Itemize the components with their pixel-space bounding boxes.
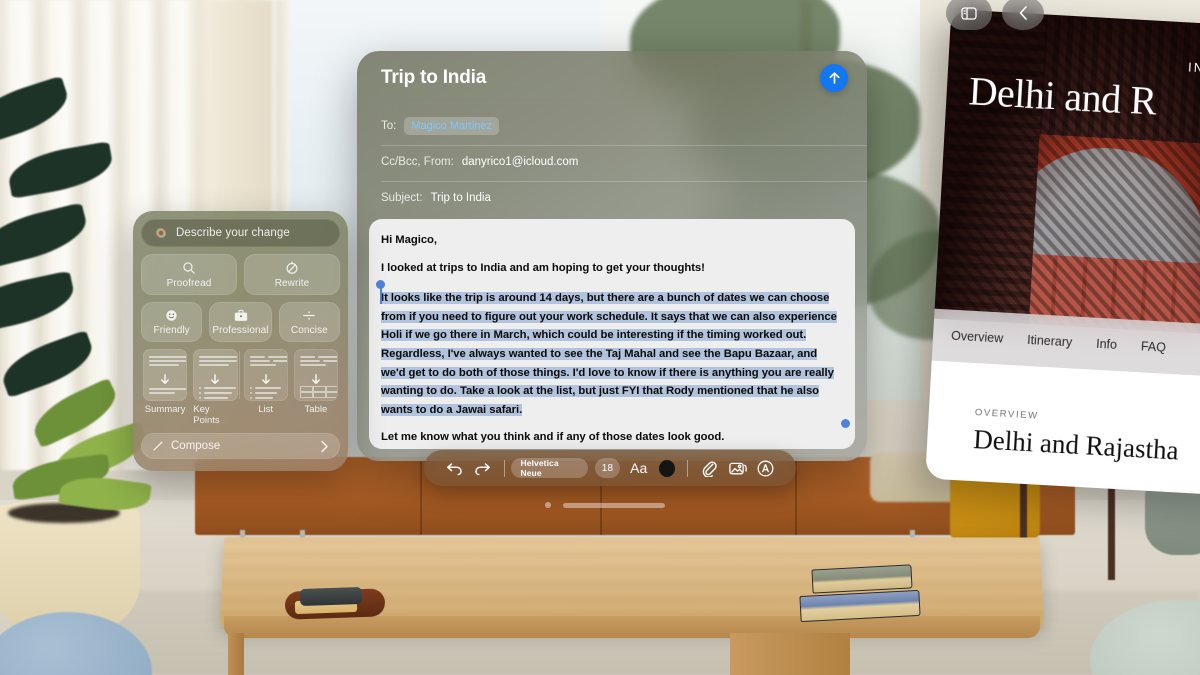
send-button[interactable] (820, 64, 848, 92)
body-selected-paragraph: It looks like the trip is around 14 days… (381, 292, 837, 416)
mail-subject-row[interactable]: Subject: Trip to India (381, 192, 847, 204)
mail-to-row[interactable]: To: Magico Martinez (381, 117, 847, 135)
mail-compose-window[interactable]: Trip to India To: Magico Martinez Cc/Bcc… (357, 51, 867, 461)
summary-doc-icon (143, 349, 188, 401)
divider (381, 145, 867, 146)
body-paragraph-1: I looked at trips to India and am hoping… (381, 261, 705, 274)
mail-body-editor[interactable]: Hi Magico, I looked at trips to India an… (369, 219, 855, 449)
couch-seam (420, 457, 422, 535)
brochure-hero-image: INDIA H Delhi and R of (934, 9, 1200, 338)
undo-arrow-icon[interactable] (440, 454, 468, 482)
compose-button[interactable]: Compose (141, 433, 340, 459)
to-label: To: (381, 120, 397, 132)
table-leg (228, 633, 244, 675)
list-label: List (258, 404, 274, 415)
formats-divider (239, 351, 241, 399)
page-title: Trip to India (381, 67, 487, 88)
brochure-hero-title: Delhi and R of (965, 68, 1200, 171)
tab-faq[interactable]: FAQ (1141, 339, 1167, 354)
table-edge (224, 616, 1040, 638)
table-leg (730, 633, 850, 675)
text-color-swatch[interactable] (659, 459, 676, 477)
body-greeting: Hi Magico, (381, 234, 437, 246)
markup-pen-icon[interactable] (752, 454, 780, 482)
body-paragraph-3: Let me know what you think and if any of… (381, 431, 725, 444)
mail-cc-from-row[interactable]: Cc/Bcc, From: danyrico1@icloud.com (381, 156, 847, 168)
subject-value[interactable]: Trip to India (431, 192, 491, 204)
window-resize-handle[interactable] (563, 502, 665, 508)
font-size-selector[interactable]: 18 (594, 458, 621, 478)
hero-carving-texture (934, 9, 1200, 338)
toolbar-divider (503, 459, 505, 477)
key-points-button[interactable]: Key Points (193, 349, 238, 426)
writing-tools-tones-row: Friendly Professional Concise (141, 302, 341, 342)
table-doc-icon (293, 349, 338, 401)
writing-tools-actions-row: Proofread Rewrite (141, 254, 340, 295)
subject-label: Subject: (381, 192, 423, 204)
chevron-left-icon[interactable] (1002, 0, 1044, 30)
travel-brochure-window[interactable]: INDIA H Delhi and R of Overview Itinerar… (925, 9, 1200, 497)
chair-leg (1108, 485, 1115, 580)
professional-button[interactable]: Professional (209, 302, 272, 342)
window-close-dot-icon[interactable] (545, 502, 551, 508)
key-points-label: Key Points (193, 404, 220, 426)
cc-bcc-from-label: Cc/Bcc, From: (381, 156, 454, 168)
font-family-selector[interactable]: Helvetica Neue (511, 458, 588, 478)
rewrite-label: Rewrite (274, 278, 310, 289)
section-title: Delhi and Rajastha (972, 424, 1180, 466)
tab-info[interactable]: Info (1096, 337, 1118, 352)
friendly-label: Friendly (153, 325, 190, 336)
list-doc-icon (243, 349, 288, 401)
plant-pot-right (1145, 485, 1200, 555)
from-address[interactable]: danyrico1@icloud.com (462, 156, 579, 168)
tab-overview[interactable]: Overview (951, 329, 1004, 346)
table-button[interactable]: Table (293, 349, 338, 415)
window-grabber-bar[interactable] (545, 500, 665, 510)
chevron-right-icon (321, 440, 328, 452)
format-toolbar[interactable]: Helvetica Neue 18 Aa (424, 450, 796, 486)
list-button[interactable]: List (243, 349, 288, 415)
selection-handle-start[interactable] (376, 280, 385, 290)
pencil-icon (153, 441, 163, 451)
concise-label: Concise (290, 325, 328, 336)
phone-on-table (299, 586, 363, 607)
rewrite-button[interactable]: Rewrite (244, 254, 340, 295)
professional-label: Professional (212, 325, 269, 336)
table-label: Table (304, 404, 328, 415)
photos-icon[interactable] (723, 454, 751, 482)
proofread-button[interactable]: Proofread (141, 254, 237, 295)
text-style-button[interactable]: Aa (630, 460, 647, 476)
writing-tools-panel[interactable]: Describe your change Proofread Rewrite F… (133, 211, 348, 471)
key-points-doc-icon (193, 349, 238, 401)
redo-arrow-icon[interactable] (468, 454, 496, 482)
brochure-window-controls[interactable] (946, 0, 1044, 30)
compose-label: Compose (171, 440, 221, 452)
toolbar-divider (687, 459, 689, 477)
brochure-eyebrow: INDIA (1187, 60, 1200, 77)
selection-handle-end[interactable] (841, 419, 850, 429)
describe-change-input[interactable]: Describe your change (141, 219, 340, 247)
paperclip-icon[interactable] (695, 454, 723, 482)
sidebar-panel-icon[interactable] (946, 0, 992, 30)
apple-intelligence-icon (154, 226, 168, 240)
selected-text-block[interactable]: It looks like the trip is around 14 days… (376, 280, 850, 429)
divider (381, 181, 867, 182)
proofread-label: Proofread (166, 278, 212, 289)
summary-button[interactable]: Summary (143, 349, 188, 415)
friendly-button[interactable]: Friendly (141, 302, 203, 342)
summary-label: Summary (144, 404, 186, 415)
describe-change-placeholder: Describe your change (176, 227, 290, 239)
concise-button[interactable]: Concise (278, 302, 341, 342)
tab-itinerary[interactable]: Itinerary (1027, 333, 1073, 349)
recipient-chip[interactable]: Magico Martinez (404, 117, 500, 135)
writing-tools-formats-row: Summary Key Points List Table (141, 349, 340, 426)
brochure-body: OVERVIEW Delhi and Rajastha (925, 360, 1200, 497)
selection-caret (380, 288, 382, 305)
